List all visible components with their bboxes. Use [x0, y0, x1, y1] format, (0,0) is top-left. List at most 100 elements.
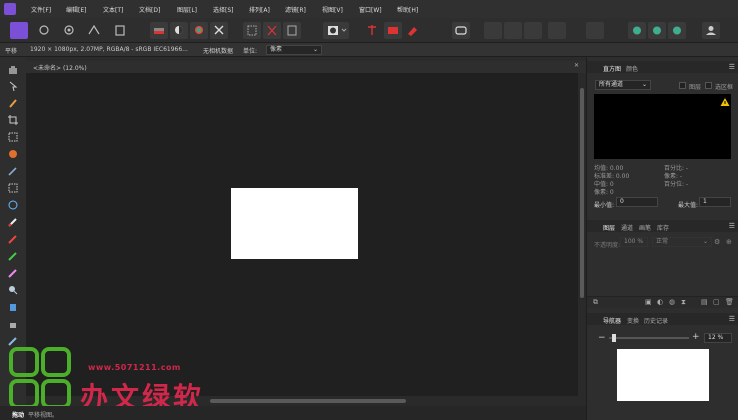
color-panel-button[interactable]	[648, 22, 666, 39]
unit-label: 单位:	[243, 48, 258, 55]
menu-window[interactable]: 窗口[W]	[359, 5, 382, 14]
selection-intersect-button[interactable]	[283, 22, 301, 39]
panel-menu-icon[interactable]: ☰	[729, 222, 735, 230]
align-button[interactable]	[548, 22, 566, 39]
arrange-right-button[interactable]	[524, 22, 542, 39]
unit-select[interactable]: 像素 ⌄	[266, 45, 322, 55]
tab-histogram[interactable]: 直方图	[603, 64, 621, 73]
erase-brush-icon[interactable]	[7, 267, 19, 279]
export-persona-button[interactable]	[113, 22, 127, 39]
menu-text[interactable]: 文本[T]	[103, 5, 123, 14]
document-canvas[interactable]	[231, 188, 358, 259]
assistant-button[interactable]	[384, 22, 402, 39]
flood-select-icon[interactable]	[7, 148, 19, 160]
menu-layer[interactable]: 图层[L]	[177, 5, 197, 14]
zoom-out-icon[interactable]: −	[598, 333, 606, 343]
crop-tool-icon[interactable]	[7, 114, 19, 126]
unit-select-value: 像素	[270, 46, 283, 53]
selection-brush-icon[interactable]	[7, 131, 19, 143]
max-input[interactable]: 1	[699, 197, 731, 207]
freehand-selection-icon[interactable]	[7, 199, 19, 211]
zoom-in-icon[interactable]: +	[692, 332, 700, 342]
auto-contrast-button[interactable]	[170, 22, 188, 39]
menu-help[interactable]: 帮助[H]	[397, 5, 418, 14]
pixel-brush-icon[interactable]	[7, 233, 19, 245]
tab-color[interactable]: 颜色	[626, 64, 638, 73]
view-tool-hand-icon[interactable]	[7, 63, 19, 75]
lock-icon[interactable]: ⊕	[726, 238, 732, 246]
paint-brush-icon[interactable]	[7, 216, 19, 228]
tab-brushes[interactable]: 画笔	[639, 223, 651, 232]
panel-menu-icon[interactable]: ☰	[729, 315, 735, 323]
arrange-center-button[interactable]	[504, 22, 522, 39]
selection-checkbox-label: 选区框	[715, 84, 734, 91]
tab-history[interactable]: 历史记录	[644, 316, 668, 325]
delete-icon[interactable]: 🗑	[725, 298, 735, 308]
quick-mask-button[interactable]	[323, 22, 349, 39]
tab-layers[interactable]: 图层	[603, 223, 615, 232]
studio-panel-button[interactable]	[628, 22, 646, 39]
status-hint-text: 平移视图。	[28, 412, 59, 419]
brush-panel-button[interactable]	[668, 22, 686, 39]
color-picker-icon[interactable]	[7, 97, 19, 109]
snapping-button[interactable]	[365, 22, 379, 39]
photo-persona-button[interactable]	[10, 22, 28, 39]
liquify-persona-button[interactable]	[37, 22, 51, 39]
menu-document[interactable]: 文档[D]	[139, 5, 160, 14]
channel-select[interactable]: 所有通道 ⌄	[595, 80, 651, 90]
tab-channels[interactable]: 通道	[621, 223, 633, 232]
vertical-scroll-thumb[interactable]	[580, 88, 584, 298]
view-options-button[interactable]	[586, 22, 604, 39]
menu-file[interactable]: 文件[F]	[31, 5, 51, 14]
red-marker-button[interactable]	[404, 22, 422, 39]
clone-brush-icon[interactable]	[7, 301, 19, 313]
gear-icon[interactable]: ⚙	[714, 238, 720, 246]
arrange-left-button[interactable]	[484, 22, 502, 39]
add-layer-icon[interactable]: ▢	[713, 298, 723, 308]
auto-colors-button[interactable]	[190, 22, 208, 39]
menu-filters[interactable]: 滤镜[R]	[285, 5, 306, 14]
selection-checkbox[interactable]	[705, 82, 712, 89]
fx-icon[interactable]: ◍	[669, 298, 679, 308]
horizontal-scroll-thumb[interactable]	[210, 399, 406, 403]
auto-levels-button[interactable]	[150, 22, 168, 39]
move-tool-icon[interactable]	[7, 80, 19, 92]
menu-view[interactable]: 视图[V]	[322, 5, 343, 14]
inpainting-brush-icon[interactable]	[7, 318, 19, 330]
mask-icon[interactable]: ▣	[645, 298, 655, 308]
tone-mapping-persona-button[interactable]	[87, 22, 101, 39]
blend-mode-select[interactable]: 正常 ⌄	[652, 237, 712, 247]
menu-edit[interactable]: 编辑[E]	[66, 5, 86, 14]
close-icon[interactable]: ✕	[574, 62, 579, 69]
dodge-brush-icon[interactable]	[7, 284, 19, 296]
hourglass-icon[interactable]: ⧗	[681, 298, 691, 308]
marquee-tool-icon[interactable]	[7, 182, 19, 194]
tab-stock[interactable]: 库存	[657, 223, 669, 232]
panel-menu-icon[interactable]: ☰	[729, 63, 735, 71]
selection-add-button[interactable]	[243, 22, 261, 39]
adjustment-icon[interactable]: ◐	[657, 298, 667, 308]
develop-persona-button[interactable]	[62, 22, 76, 39]
tab-transform[interactable]: 变换	[627, 316, 639, 325]
zoom-slider-handle[interactable]	[612, 334, 616, 342]
navigator-preview[interactable]	[617, 349, 709, 401]
auto-white-balance-button[interactable]	[210, 22, 228, 39]
folder-icon[interactable]: ▤	[701, 298, 711, 308]
account-button[interactable]	[702, 22, 720, 39]
tab-navigator[interactable]: 导航器	[603, 316, 621, 325]
opacity-field[interactable]: 100 %	[620, 237, 648, 247]
menu-arrange[interactable]: 排列[A]	[249, 5, 270, 14]
layer-checkbox-label: 图层	[689, 84, 702, 91]
menu-select[interactable]: 选择[S]	[213, 5, 234, 14]
chat-button[interactable]	[452, 22, 470, 39]
layer-options-icon[interactable]: ⧉	[593, 298, 603, 308]
max-label: 最大值:	[678, 202, 699, 209]
zoom-input[interactable]: 12 %	[704, 333, 732, 343]
document-tab[interactable]: <未命名> (12.0%) ✕	[26, 61, 586, 73]
selection-subtract-button[interactable]	[263, 22, 281, 39]
min-input[interactable]: 0	[616, 197, 658, 207]
layer-checkbox[interactable]	[679, 82, 686, 89]
zoom-slider[interactable]	[609, 337, 689, 339]
magic-wand-icon[interactable]	[7, 165, 19, 177]
mixer-brush-icon[interactable]	[7, 250, 19, 262]
